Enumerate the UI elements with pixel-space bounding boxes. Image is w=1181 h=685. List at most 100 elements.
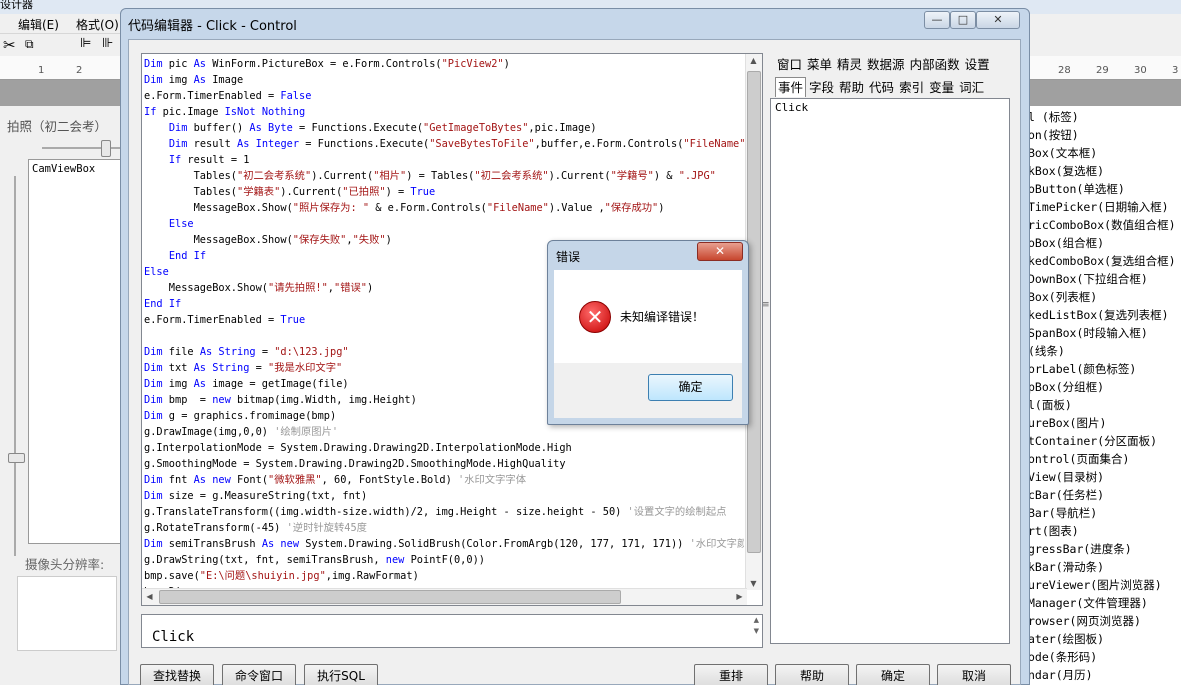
- toolbox-item[interactable]: ureViewer(图片浏览器): [1028, 576, 1162, 594]
- cancel-button[interactable]: 取消: [937, 664, 1011, 685]
- toolbox-item[interactable]: Manager(文件管理器): [1028, 594, 1148, 612]
- scroll-left-icon[interactable]: ◀: [142, 592, 157, 601]
- toolbox-item[interactable]: ode(条形码): [1028, 648, 1097, 666]
- output-pane[interactable]: Click ▲ ▼: [141, 614, 763, 648]
- scroll-thumb-h[interactable]: [159, 590, 621, 604]
- toolbox-item[interactable]: (线条): [1028, 342, 1065, 360]
- rearrange-button[interactable]: 重排: [694, 664, 768, 685]
- tab-tabs_row1-2[interactable]: 精灵: [835, 55, 864, 75]
- maximize-button[interactable]: □: [950, 11, 976, 29]
- toolbox-item[interactable]: ontrol(页面集合): [1028, 450, 1129, 468]
- toolbox-item[interactable]: SpanBox(时段输入框): [1028, 324, 1148, 342]
- toolbox-item[interactable]: DownBox(下拉组合框): [1028, 270, 1148, 288]
- code-line[interactable]: Dim buffer() As Byte = Functions.Execute…: [144, 120, 744, 136]
- code-line[interactable]: Tables("初二会考系统").Current("相片") = Tables(…: [144, 168, 744, 184]
- event-item-click[interactable]: Click: [775, 101, 808, 114]
- tab-tabs_row1-0[interactable]: 窗口: [775, 55, 804, 75]
- code-line[interactable]: g.DrawString(txt, fnt, semiTransBrush, n…: [144, 552, 744, 568]
- toolbox-item[interactable]: View(目录树): [1028, 468, 1104, 486]
- close-button[interactable]: ✕: [976, 11, 1020, 29]
- code-line[interactable]: g.InterpolationMode = System.Drawing.Dra…: [144, 440, 744, 456]
- tab-tabs_row2-6[interactable]: 词汇: [957, 78, 986, 98]
- toolbox-item[interactable]: Bar(导航栏): [1028, 504, 1097, 522]
- code-line[interactable]: If result = 1: [144, 152, 744, 168]
- code-line[interactable]: Else: [144, 216, 744, 232]
- tab-tabs_row1-1[interactable]: 菜单: [805, 55, 834, 75]
- toolbox-item[interactable]: l(面板): [1028, 396, 1072, 414]
- copy-icon[interactable]: ⧉: [25, 37, 34, 52]
- toolbox-item[interactable]: Box(文本框): [1028, 144, 1097, 162]
- code-line[interactable]: Dim fnt As new Font("微软雅黑", 60, FontStyl…: [144, 472, 744, 488]
- tab-tabs_row1-4[interactable]: 内部函数: [908, 55, 962, 75]
- slider-thumb[interactable]: [101, 140, 111, 157]
- ok-button[interactable]: 确定: [856, 664, 930, 685]
- code-line[interactable]: Dim size = g.MeasureString(txt, fnt): [144, 488, 744, 504]
- code-line[interactable]: Dim result As Integer = Functions.Execut…: [144, 136, 744, 152]
- event-list[interactable]: Click: [770, 98, 1010, 644]
- toolbox-item[interactable]: rt(图表): [1028, 522, 1079, 540]
- vertical-slider-thumb[interactable]: [8, 453, 25, 463]
- code-line[interactable]: If pic.Image IsNot Nothing: [144, 104, 744, 120]
- find-replace-button[interactable]: 查找替换: [140, 664, 214, 685]
- dialog-ok-button[interactable]: 确定: [648, 374, 733, 401]
- tab-tabs_row2-3[interactable]: 代码: [867, 78, 896, 98]
- toolbox-item[interactable]: Box(列表框): [1028, 288, 1097, 306]
- tab-tabs_row1-3[interactable]: 数据源: [865, 55, 907, 75]
- cam-view-box[interactable]: CamViewBox: [28, 159, 122, 544]
- toolbox-item[interactable]: gressBar(进度条): [1028, 540, 1132, 558]
- code-line[interactable]: Dim pic As WinForm.PictureBox = e.Form.C…: [144, 56, 744, 72]
- command-window-button[interactable]: 命令窗口: [222, 664, 296, 685]
- toolbox-item[interactable]: on(按钮): [1028, 126, 1079, 144]
- toolbox-item[interactable]: ater(绘图板): [1028, 630, 1104, 648]
- align-center-icon[interactable]: ⊪: [102, 36, 113, 51]
- tab-tabs_row2-1[interactable]: 字段: [807, 78, 836, 98]
- code-line[interactable]: g.RotateTransform(-45) '逆时针旋转45度: [144, 520, 744, 536]
- code-line[interactable]: g.SmoothingMode = System.Drawing.Drawing…: [144, 456, 744, 472]
- tab-tabs_row2-5[interactable]: 变量: [927, 78, 956, 98]
- code-line[interactable]: Tables("学籍表").Current("已拍照") = True: [144, 184, 744, 200]
- code-line[interactable]: bmp.save("E:\问题\shuiyin.jpg",img.RawForm…: [144, 568, 744, 584]
- toolbox-item[interactable]: kedComboBox(复选组合框): [1028, 252, 1176, 270]
- toolbox-item[interactable]: cBar(任务栏): [1028, 486, 1104, 504]
- toolbox-item[interactable]: kBar(滑动条): [1028, 558, 1104, 576]
- toolbox-item[interactable]: ricComboBox(数值组合框): [1028, 216, 1176, 234]
- minimize-button[interactable]: —: [924, 11, 950, 29]
- toolbox-item[interactable]: kBox(复选框): [1028, 162, 1104, 180]
- dialog-close-button[interactable]: ✕: [697, 242, 743, 261]
- tab-tabs_row2-0[interactable]: 事件: [775, 77, 807, 97]
- scroll-up-icon[interactable]: ▲: [746, 56, 761, 65]
- horizontal-scrollbar[interactable]: ◀ ▶: [142, 588, 747, 605]
- menu-format[interactable]: 格式(O): [76, 16, 119, 33]
- tab-tabs_row1-5[interactable]: 设置: [963, 55, 992, 75]
- align-left-icon[interactable]: ⊫: [80, 36, 91, 51]
- toolbox-item[interactable]: ndar(月历): [1028, 666, 1093, 684]
- code-line[interactable]: e.Form.TimerEnabled = False: [144, 88, 744, 104]
- toolbox-item[interactable]: rowser(网页浏览器): [1028, 612, 1141, 630]
- tab-tabs_row2-4[interactable]: 索引: [897, 78, 926, 98]
- code-line[interactable]: Dim semiTransBrush As new System.Drawing…: [144, 536, 744, 552]
- tab-tabs_row2-2[interactable]: 帮助: [837, 78, 866, 98]
- toolbox-item[interactable]: oButton(单选框): [1028, 180, 1125, 198]
- toolbox-item[interactable]: tContainer(分区面板): [1028, 432, 1157, 450]
- menu-edit[interactable]: 编辑(E): [18, 16, 59, 33]
- execute-sql-button[interactable]: 执行SQL: [304, 664, 378, 685]
- scroll-down-icon[interactable]: ▼: [746, 579, 761, 588]
- scroll-right-icon[interactable]: ▶: [732, 592, 747, 601]
- toolbox-item[interactable]: orLabel(颜色标签): [1028, 360, 1136, 378]
- help-button[interactable]: 帮助: [775, 664, 849, 685]
- toolbox-item[interactable]: kedListBox(复选列表框): [1028, 306, 1169, 324]
- code-line[interactable]: g.DrawImage(img,0,0) '绘制原图片': [144, 424, 744, 440]
- code-line[interactable]: Dim img As Image: [144, 72, 744, 88]
- output-scroll-down-icon[interactable]: ▼: [754, 627, 759, 635]
- output-scroll-up-icon[interactable]: ▲: [754, 616, 759, 624]
- toolbox-item[interactable]: l (标签): [1028, 108, 1079, 126]
- code-line[interactable]: MessageBox.Show("照片保存为: " & e.Form.Contr…: [144, 200, 744, 216]
- splitter-grip-icon[interactable]: ≡: [762, 300, 770, 310]
- resolution-list[interactable]: [17, 576, 117, 651]
- toolbox-item[interactable]: oBox(组合框): [1028, 234, 1104, 252]
- code-line[interactable]: g.TranslateTransform((img.width-size.wid…: [144, 504, 744, 520]
- toolbox-item[interactable]: TimePicker(日期输入框): [1028, 198, 1169, 216]
- cut-icon[interactable]: ✂: [3, 36, 16, 54]
- scroll-thumb[interactable]: [747, 71, 761, 553]
- toolbox-item[interactable]: pBox(分组框): [1028, 378, 1104, 396]
